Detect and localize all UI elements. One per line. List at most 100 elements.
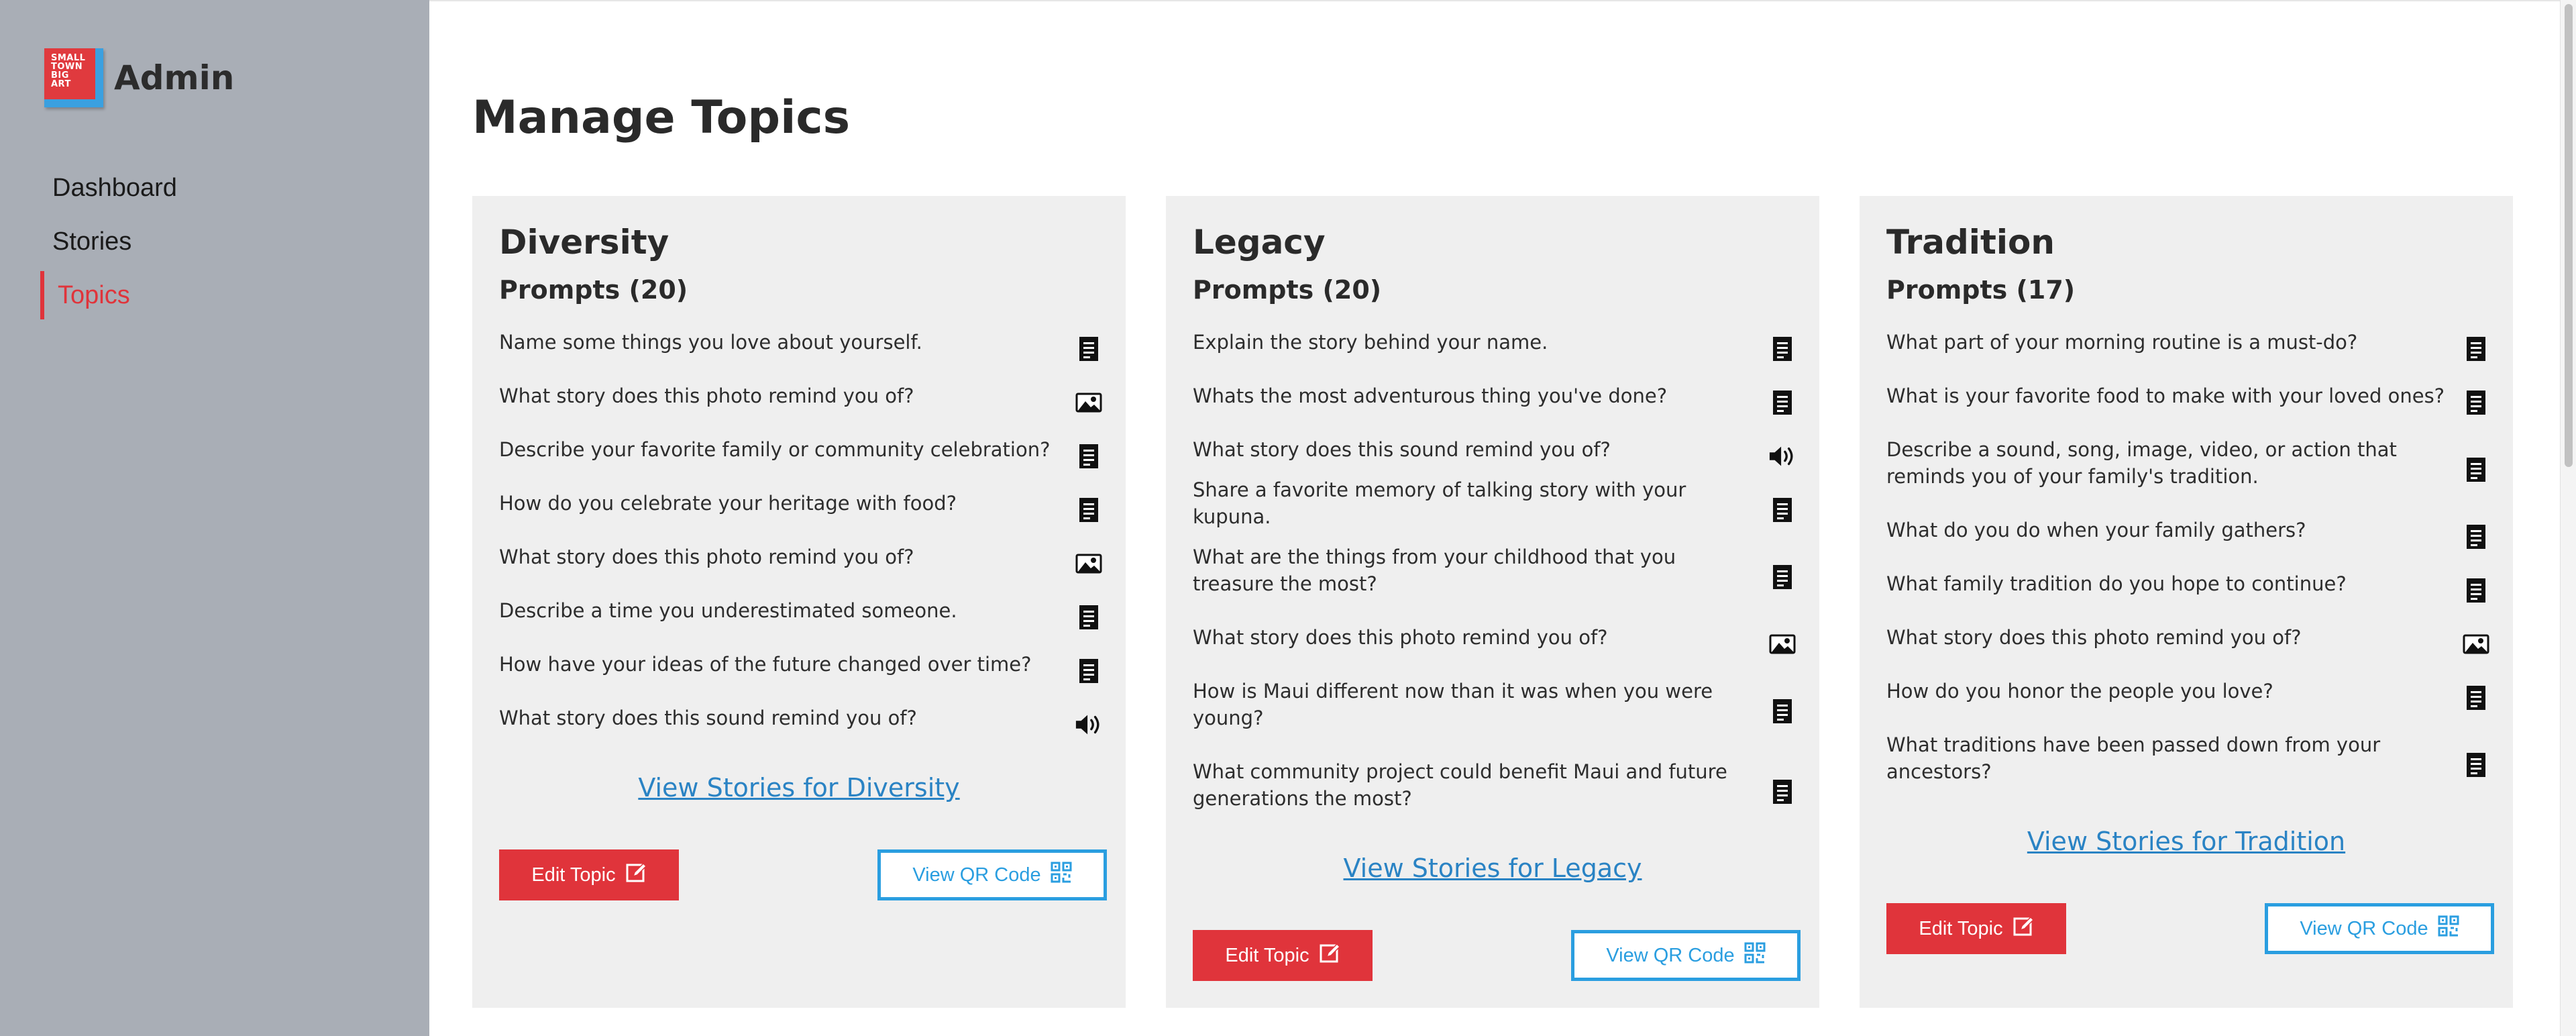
prompt-text: Describe a sound, song, image, video, or…: [1886, 438, 2397, 488]
sidebar-item-dashboard[interactable]: Dashboard: [40, 166, 416, 220]
prompt-item: What are the things from your childhood …: [1193, 530, 1796, 611]
prompts-count: Prompts (20): [499, 275, 688, 305]
prompt-text: How do you honor the people you love?: [1886, 680, 2273, 703]
page-title: Manage Topics: [472, 91, 851, 144]
prompt-item: Whats the most adventurous thing you've …: [1193, 369, 1796, 423]
prompt-text: Describe a time you underestimated someo…: [499, 599, 957, 622]
prompt-text: What story does this photo remind you of…: [1886, 626, 2302, 649]
topic-card-tradition: Tradition Prompts (17) What part of your …: [1860, 196, 2513, 1008]
prompt-item: What story does this photo remind you of…: [1193, 611, 1796, 664]
sidebar-item-topics[interactable]: Topics: [40, 271, 416, 327]
prompt-item: What story does this sound remind you of…: [499, 691, 1103, 745]
prompt-item: What story does this photo remind you of…: [499, 530, 1103, 584]
prompt-item: What do you do when your family gathers?: [1886, 503, 2490, 557]
edit-topic-button[interactable]: Edit Topic: [499, 849, 679, 900]
prompt-text: What community project could benefit Mau…: [1193, 760, 1727, 810]
topic-title: Tradition: [1886, 223, 2055, 262]
text-document-icon: [2462, 457, 2490, 482]
prompt-text: How do you celebrate your heritage with …: [499, 492, 957, 515]
text-document-icon: [1768, 564, 1796, 590]
photo-icon: [2462, 634, 2490, 654]
prompt-text: What family tradition do you hope to con…: [1886, 572, 2347, 595]
text-document-icon: [1768, 336, 1796, 362]
prompt-item: Describe a time you underestimated someo…: [499, 584, 1103, 637]
prompt-text: What story does this photo remind you of…: [499, 384, 914, 407]
topic-title: Legacy: [1193, 223, 1326, 262]
view-stories-link[interactable]: View Stories for Diversity: [472, 773, 1126, 802]
text-document-icon: [1075, 658, 1103, 684]
prompt-item: What story does this photo remind you of…: [499, 369, 1103, 423]
prompt-text: What do you do when your family gathers?: [1886, 519, 2306, 541]
prompt-item: Describe a sound, song, image, video, or…: [1886, 423, 2490, 503]
prompt-item: Share a favorite memory of talking story…: [1193, 476, 1796, 530]
photo-icon: [1768, 634, 1796, 654]
sidebar-item-stories[interactable]: Stories: [40, 220, 416, 274]
view-qr-code-label: View QR Code: [912, 864, 1041, 886]
prompt-item: How do you honor the people you love?: [1886, 664, 2490, 718]
edit-topic-label: Edit Topic: [1225, 944, 1309, 966]
edit-topic-button[interactable]: Edit Topic: [1886, 903, 2066, 954]
prompts-count: Prompts (17): [1886, 275, 2076, 305]
vertical-scrollbar[interactable]: [2560, 0, 2576, 1036]
prompt-text: How is Maui different now than it was wh…: [1193, 680, 1713, 729]
prompt-text: What are the things from your childhood …: [1193, 546, 1676, 595]
prompt-text: What part of your morning routine is a m…: [1886, 331, 2358, 354]
prompt-text: What traditions have been passed down fr…: [1886, 733, 2381, 783]
text-document-icon: [1075, 605, 1103, 630]
edit-icon: [1319, 942, 1340, 969]
edit-topic-label: Edit Topic: [531, 864, 616, 886]
prompt-item: What community project could benefit Mau…: [1193, 745, 1796, 825]
text-document-icon: [1075, 444, 1103, 469]
text-document-icon: [2462, 336, 2490, 362]
text-document-icon: [1768, 698, 1796, 724]
prompt-item: What story does this sound remind you of…: [1193, 423, 1796, 476]
edit-icon: [2012, 915, 2034, 942]
scrollbar-thumb[interactable]: [2565, 4, 2573, 467]
prompts-count: Prompts (20): [1193, 275, 1382, 305]
prompt-item: What is your favorite food to make with …: [1886, 369, 2490, 423]
prompt-text: What story does this photo remind you of…: [499, 546, 914, 568]
prompt-item: What family tradition do you hope to con…: [1886, 557, 2490, 611]
photo-icon: [1075, 393, 1103, 413]
view-stories-link[interactable]: View Stories for Tradition: [1860, 827, 2513, 856]
topic-card-legacy: Legacy Prompts (20) Explain the story beh…: [1166, 196, 1819, 1008]
prompt-text: What story does this photo remind you of…: [1193, 626, 1608, 649]
prompt-item: Name some things you love about yourself…: [499, 315, 1103, 369]
prompt-text: Explain the story behind your name.: [1193, 331, 1548, 354]
view-qr-code-button[interactable]: View QR Code: [2265, 903, 2494, 954]
prompt-text: Share a favorite memory of talking story…: [1193, 478, 1686, 528]
main-content: Manage Topics Diversity Prompts (20) Name…: [429, 0, 2560, 1036]
view-qr-code-button[interactable]: View QR Code: [877, 849, 1107, 900]
prompt-text: What story does this sound remind you of…: [1193, 438, 1611, 461]
prompt-list: What part of your morning routine is a m…: [1886, 315, 2490, 798]
topic-title: Diversity: [499, 223, 669, 262]
prompt-text: How have your ideas of the future change…: [499, 653, 1032, 676]
text-document-icon: [2462, 578, 2490, 603]
brand[interactable]: SMALL TOWN BIG ART Admin: [44, 48, 234, 107]
qr-code-icon: [1744, 942, 1766, 969]
view-stories-link[interactable]: View Stories for Legacy: [1166, 853, 1819, 883]
small-town-big-art-logo[interactable]: SMALL TOWN BIG ART: [44, 48, 103, 107]
edit-topic-button[interactable]: Edit Topic: [1193, 930, 1373, 981]
qr-code-icon: [2438, 915, 2459, 942]
prompt-text: What story does this sound remind you of…: [499, 707, 917, 729]
logo-text: SMALL TOWN BIG ART: [44, 48, 95, 99]
prompt-list: Name some things you love about yourself…: [499, 315, 1103, 745]
app-title: Admin: [114, 58, 235, 97]
text-document-icon: [2462, 685, 2490, 711]
text-document-icon: [1075, 336, 1103, 362]
prompt-item: Explain the story behind your name.: [1193, 315, 1796, 369]
topic-card-diversity: Diversity Prompts (20) Name some things y…: [472, 196, 1126, 1008]
sidebar: SMALL TOWN BIG ART Admin Dashboard Stori…: [0, 0, 429, 1036]
view-qr-code-button[interactable]: View QR Code: [1571, 930, 1801, 981]
prompt-item: What story does this photo remind you of…: [1886, 611, 2490, 664]
view-qr-code-label: View QR Code: [1606, 944, 1735, 966]
text-document-icon: [1075, 497, 1103, 523]
text-document-icon: [1768, 779, 1796, 805]
text-document-icon: [1768, 390, 1796, 415]
photo-icon: [1075, 554, 1103, 574]
sidebar-nav: Dashboard Stories Topics: [40, 166, 416, 327]
text-document-icon: [2462, 752, 2490, 778]
edit-topic-label: Edit Topic: [1919, 917, 2003, 939]
logo-line: ART: [51, 79, 71, 89]
